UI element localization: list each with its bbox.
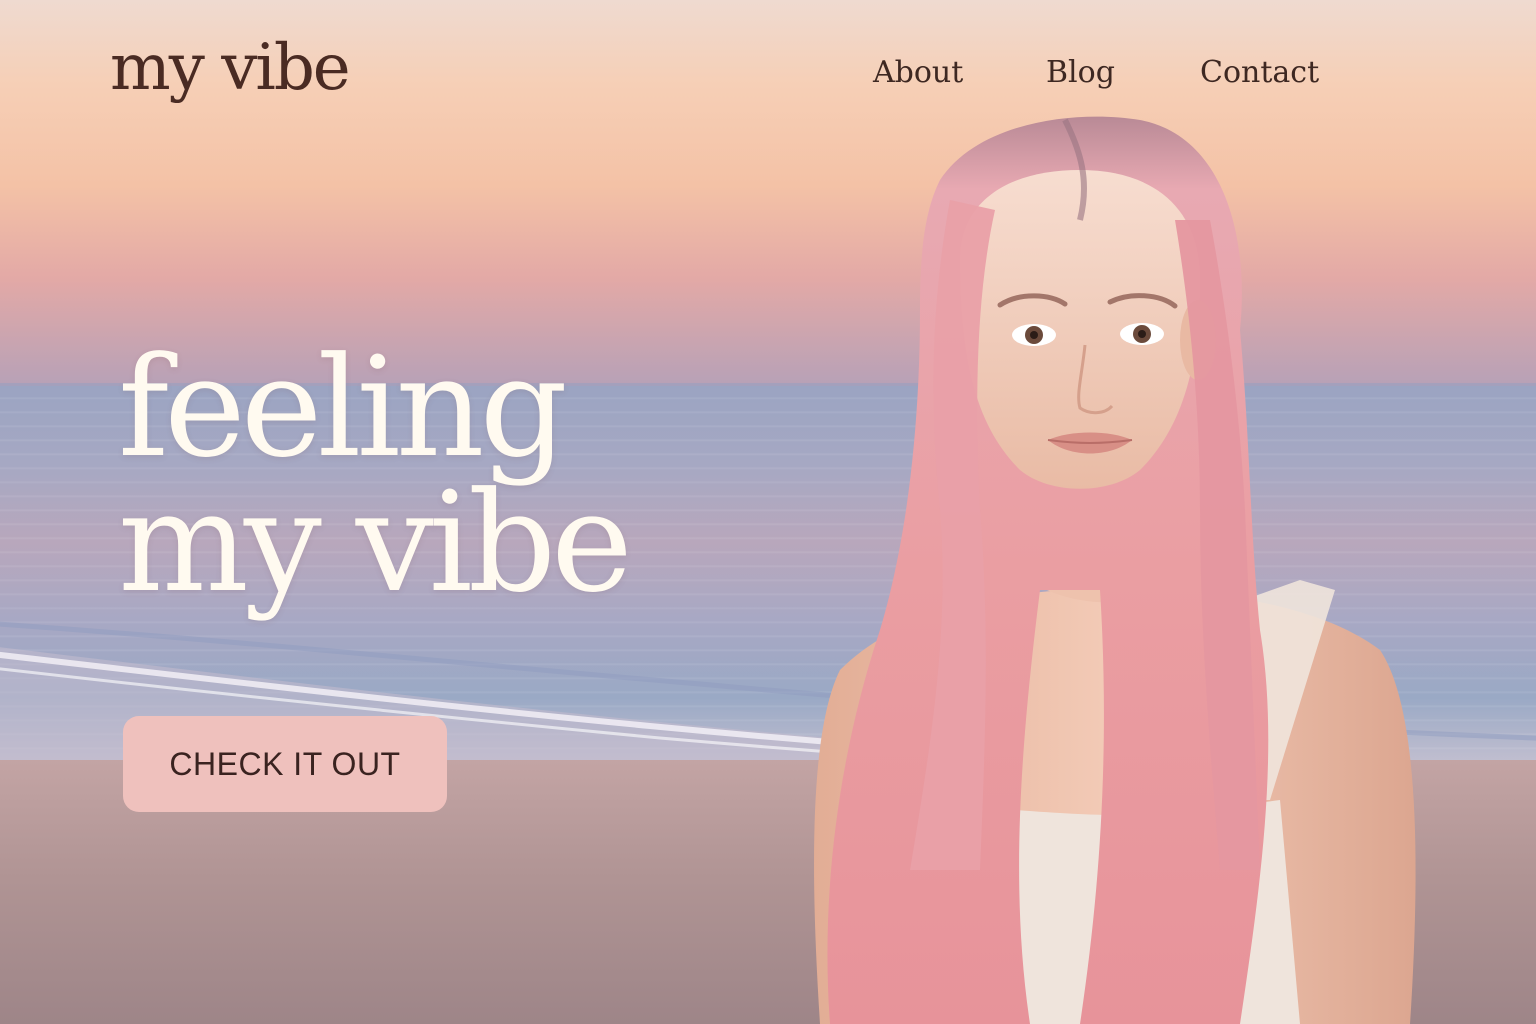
nav-blog-link[interactable]: Blog (1046, 58, 1115, 88)
nav-about-link[interactable]: About (873, 58, 963, 88)
portrait-image (814, 116, 1416, 1024)
nav-contact-link[interactable]: Contact (1200, 58, 1319, 88)
check-it-out-button[interactable]: CHECK IT OUT (123, 716, 447, 812)
hero-headline-line-1: feeling (118, 327, 568, 488)
hero-headline: feeling my vibe (118, 327, 633, 624)
site-logo[interactable]: my vibe (110, 36, 351, 100)
hero-headline-line-2: my vibe (118, 462, 633, 624)
